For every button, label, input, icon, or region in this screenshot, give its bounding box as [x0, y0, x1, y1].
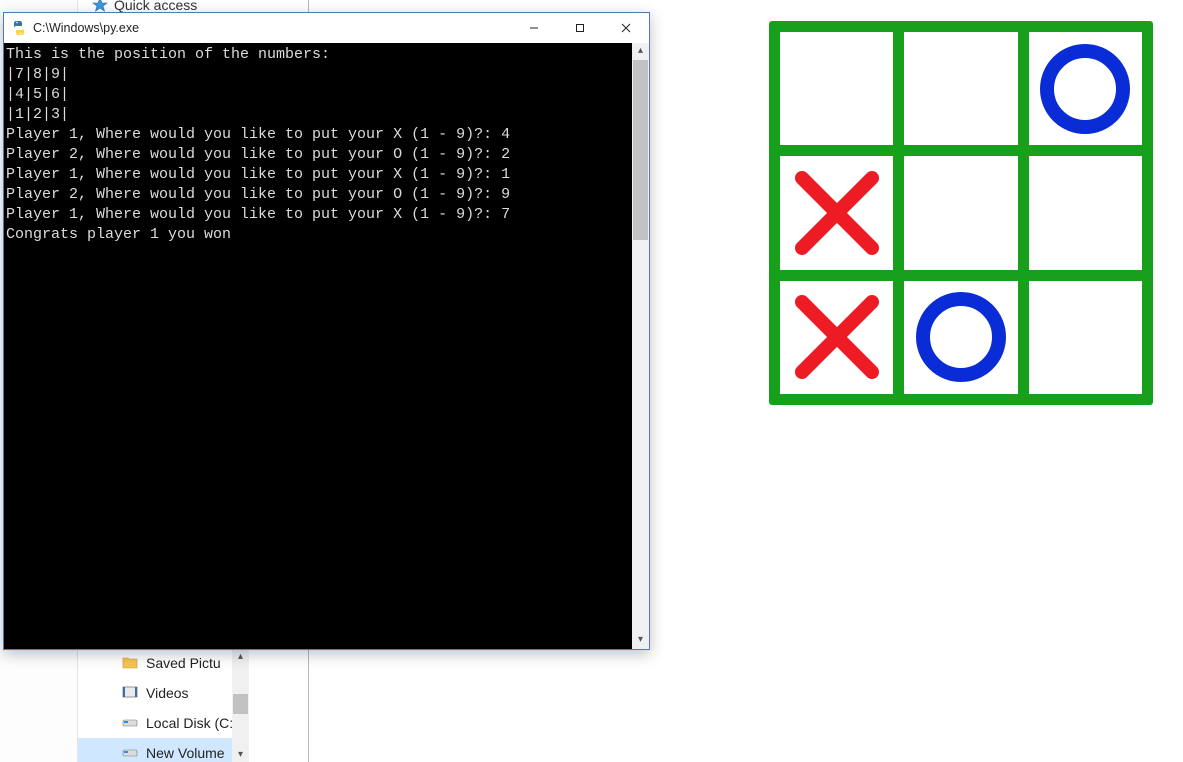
maximize-button[interactable]	[557, 13, 603, 43]
o-mark-icon	[1035, 39, 1135, 139]
tictactoe-cell-9[interactable]	[1029, 32, 1142, 145]
sidebar-item-label: New Volume	[146, 745, 225, 761]
sidebar-item-videos[interactable]: Videos	[78, 678, 248, 708]
folder-icon	[122, 655, 138, 672]
x-mark-icon	[787, 287, 887, 387]
scroll-down-icon[interactable]: ▾	[632, 632, 649, 649]
tictactoe-cell-1[interactable]	[780, 281, 893, 394]
sidebar-item-new-volume[interactable]: New Volume	[78, 738, 248, 762]
scroll-track[interactable]	[232, 664, 249, 746]
python-icon	[11, 20, 27, 36]
tictactoe-board	[769, 21, 1153, 405]
drive-icon	[122, 745, 138, 762]
sidebar-item-saved-pictures[interactable]: Saved Pictu	[78, 648, 248, 678]
tictactoe-cell-3[interactable]	[1029, 281, 1142, 394]
scroll-up-icon[interactable]: ▴	[232, 648, 249, 664]
tictactoe-cell-8[interactable]	[904, 32, 1017, 145]
scroll-thumb[interactable]	[233, 694, 248, 714]
minimize-button[interactable]	[511, 13, 557, 43]
explorer-list: Saved Pictu Videos Local Disk (C: N	[78, 648, 248, 762]
tictactoe-grid	[780, 32, 1142, 394]
sidebar-item-label: Saved Pictu	[146, 655, 221, 671]
close-button[interactable]	[603, 13, 649, 43]
console-scrollbar[interactable]: ▴ ▾	[632, 43, 649, 649]
explorer-scrollbar[interactable]: ▴ ▾	[232, 648, 249, 762]
sidebar-item-label: Videos	[146, 685, 189, 701]
tictactoe-cell-2[interactable]	[904, 281, 1017, 394]
console-output: This is the position of the numbers: |7|…	[4, 45, 632, 245]
console-window: C:\Windows\py.exe This is the position o…	[3, 12, 650, 650]
sidebar-item-label: Local Disk (C:	[146, 715, 233, 731]
videos-icon	[122, 685, 138, 702]
o-mark-icon	[911, 287, 1011, 387]
drive-icon	[122, 715, 138, 732]
x-mark-icon	[787, 163, 887, 263]
tictactoe-cell-4[interactable]	[780, 156, 893, 269]
tictactoe-cell-7[interactable]	[780, 32, 893, 145]
titlebar[interactable]: C:\Windows\py.exe	[4, 13, 649, 43]
window-title: C:\Windows\py.exe	[33, 21, 511, 35]
scroll-thumb[interactable]	[633, 60, 648, 240]
scroll-down-icon[interactable]: ▾	[232, 746, 249, 762]
tictactoe-cell-5[interactable]	[904, 156, 1017, 269]
sidebar-item-local-disk[interactable]: Local Disk (C:	[78, 708, 248, 738]
console-body[interactable]: This is the position of the numbers: |7|…	[4, 43, 649, 649]
tictactoe-cell-6[interactable]	[1029, 156, 1142, 269]
scroll-up-icon[interactable]: ▴	[632, 43, 649, 60]
window-controls	[511, 13, 649, 43]
